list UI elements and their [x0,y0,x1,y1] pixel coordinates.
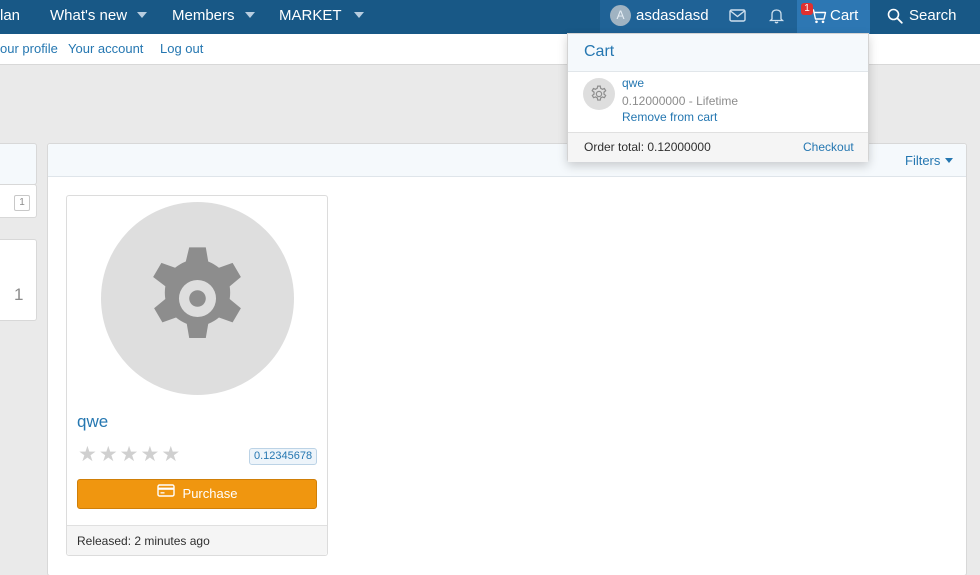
nav-item-partial[interactable]: lan [0,0,20,34]
product-title[interactable]: qwe [77,412,108,432]
credit-card-icon [156,479,175,507]
star-icon[interactable]: ★ [140,444,159,465]
checkout-link[interactable]: Checkout [803,140,854,154]
mail-icon[interactable] [729,8,746,28]
cart-item-thumbnail[interactable] [583,78,615,110]
purchase-button[interactable]: Purchase [77,479,317,509]
sidebar-count-badge: 1 [14,195,30,211]
order-total: Order total: 0.12000000 [584,140,711,154]
search-button[interactable]: Search [909,0,957,34]
cart-dropdown-header: Cart [568,34,868,72]
star-icon[interactable]: ★ [78,444,97,465]
purchase-label: Purchase [182,486,238,501]
filters-button[interactable]: Filters [905,153,940,168]
nav-item-market[interactable]: MARKET [279,0,342,34]
members-chevron-down-icon[interactable] [245,12,255,18]
product-card: qwe ★★★★★ 0.12345678 Purchase Released: … [66,195,328,556]
sidebar-block-header [0,143,37,185]
gear-icon [591,85,607,101]
cart-count-badge: 1 [801,3,813,15]
log-out-link[interactable]: Log out [160,41,203,56]
search-icon[interactable] [887,8,903,29]
gear-icon [153,247,241,338]
cart-dropdown: Cart qwe 0.12000000 - Lifetime Remove fr… [567,33,869,162]
nav-item-whats-new[interactable]: What's new [50,0,127,34]
cart-label[interactable]: Cart [830,0,858,34]
product-card-footer: Released: 2 minutes ago [67,525,327,555]
sidebar-stat-count: 1 [14,285,24,304]
avatar[interactable]: A [610,5,631,26]
your-account-link[interactable]: Your account [68,41,143,56]
star-icon[interactable]: ★ [99,444,118,465]
price-badge: 0.12345678 [249,448,318,465]
nav-item-members[interactable]: Members [172,0,235,34]
your-profile-link[interactable]: our profile [0,41,58,56]
account-username[interactable]: asdasdasd [636,0,709,34]
star-icon[interactable]: ★ [120,444,139,465]
remove-from-cart-link[interactable]: Remove from cart [622,110,717,124]
whats-new-chevron-down-icon[interactable] [137,12,147,18]
product-thumbnail[interactable] [101,202,294,395]
cart-dropdown-footer: Order total: 0.12000000 Checkout [568,132,868,162]
bell-icon[interactable] [768,7,785,29]
rating-stars[interactable]: ★★★★★ [78,444,182,466]
market-chevron-down-icon[interactable] [354,12,364,18]
cart-item-meta: 0.12000000 - Lifetime [622,94,739,108]
sidebar-block-stat [0,239,37,321]
star-icon[interactable]: ★ [161,444,180,465]
release-date: Released: 2 minutes ago [77,534,210,548]
filters-chevron-down-icon[interactable] [945,158,953,163]
cart-dropdown-title: Cart [584,43,615,60]
cart-item-name[interactable]: qwe [622,76,644,90]
top-navigation: lan What's new Members MARKET A asdasdas… [0,0,980,34]
